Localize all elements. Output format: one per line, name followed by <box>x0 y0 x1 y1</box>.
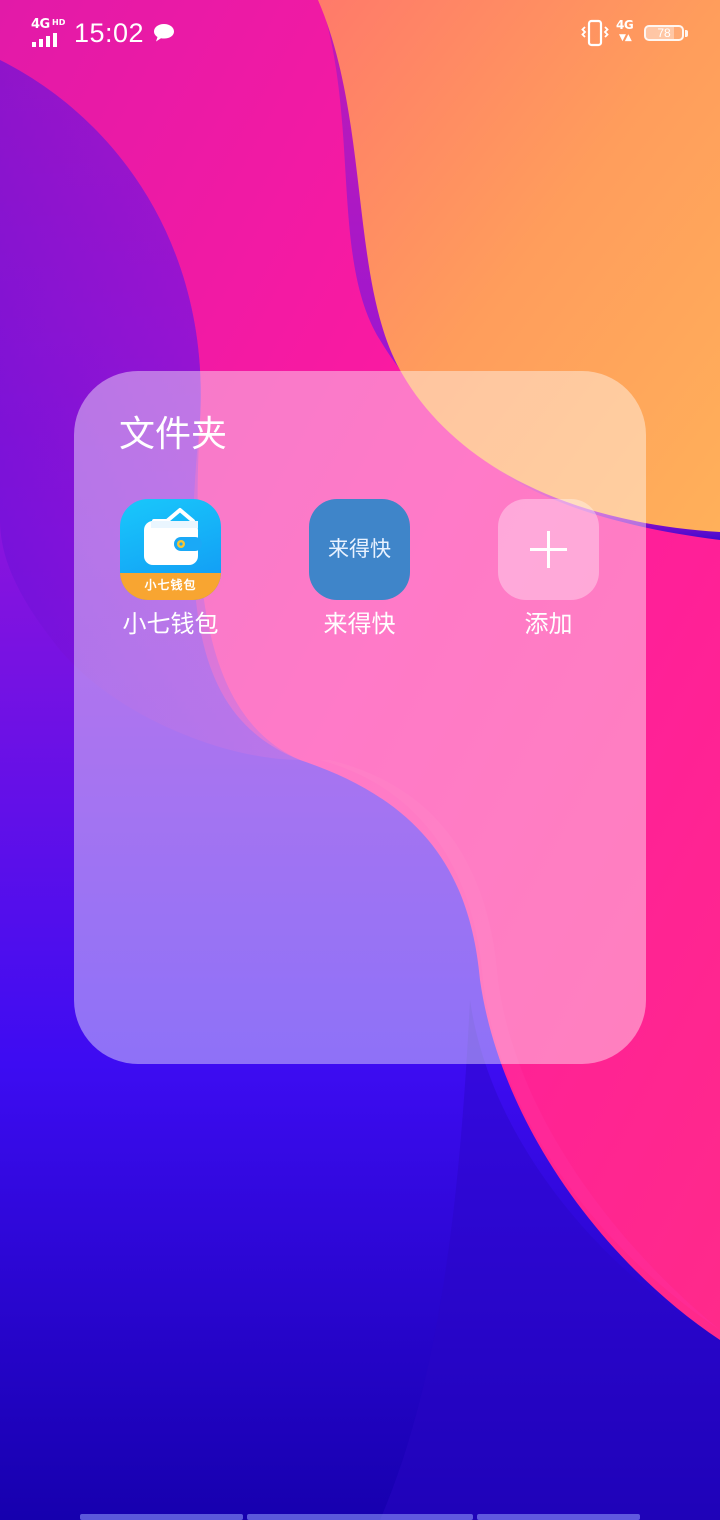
wallet-icon <box>144 508 202 565</box>
cell-signal-icon: 4G HD <box>30 18 66 48</box>
add-tile[interactable] <box>498 499 599 600</box>
mobile-data-icon: 4G ▼▲ <box>616 19 636 47</box>
laidekuai-icon-text: 来得快 <box>328 537 391 561</box>
folder-panel: 文件夹 小七钱包 小七钱包 来得快 来得快 添加 <box>74 371 646 1064</box>
wallet-app-icon[interactable]: 小七钱包 <box>120 499 221 600</box>
app-label: 来得快 <box>323 610 396 638</box>
status-left: 4G HD 15:02 <box>30 14 176 52</box>
app-label: 小七钱包 <box>122 610 219 638</box>
battery-level: 78 <box>657 26 671 40</box>
plus-icon <box>530 531 567 568</box>
status-right: 4G ▼▲ 78 <box>580 18 690 48</box>
wallet-icon-band: 小七钱包 <box>120 573 221 600</box>
battery-icon: 78 <box>644 23 690 43</box>
wallet-icon-text: 小七钱包 <box>144 578 197 592</box>
data-arrows-icon: ▼▲ <box>619 33 632 43</box>
app-laidekuai[interactable]: 来得快 来得快 <box>294 499 424 649</box>
data-network-type: 4G <box>616 18 634 32</box>
home-screen: 4G HD 15:02 4G ▼▲ 78 文件夹 小七钱包 小七钱包 来得快 来… <box>0 0 720 1520</box>
network-type: 4G <box>31 17 50 32</box>
chat-bubble-icon <box>154 24 175 42</box>
status-bar: 4G HD 15:02 4G ▼▲ 78 <box>0 0 720 66</box>
signal-bars <box>32 33 57 47</box>
app-label: 添加 <box>524 610 573 638</box>
network-hd: HD <box>52 18 66 27</box>
dock-indicator <box>80 1514 640 1520</box>
add-app-button[interactable]: 添加 <box>483 499 613 649</box>
app-xiaoqi-wallet[interactable]: 小七钱包 小七钱包 <box>105 499 235 649</box>
laidekuai-app-icon[interactable]: 来得快 <box>309 499 410 600</box>
folder-title[interactable]: 文件夹 <box>119 411 227 459</box>
clock: 15:02 <box>74 17 145 48</box>
battery-body: 78 <box>644 25 684 41</box>
battery-nub <box>685 29 688 37</box>
vibrate-icon <box>581 19 609 47</box>
